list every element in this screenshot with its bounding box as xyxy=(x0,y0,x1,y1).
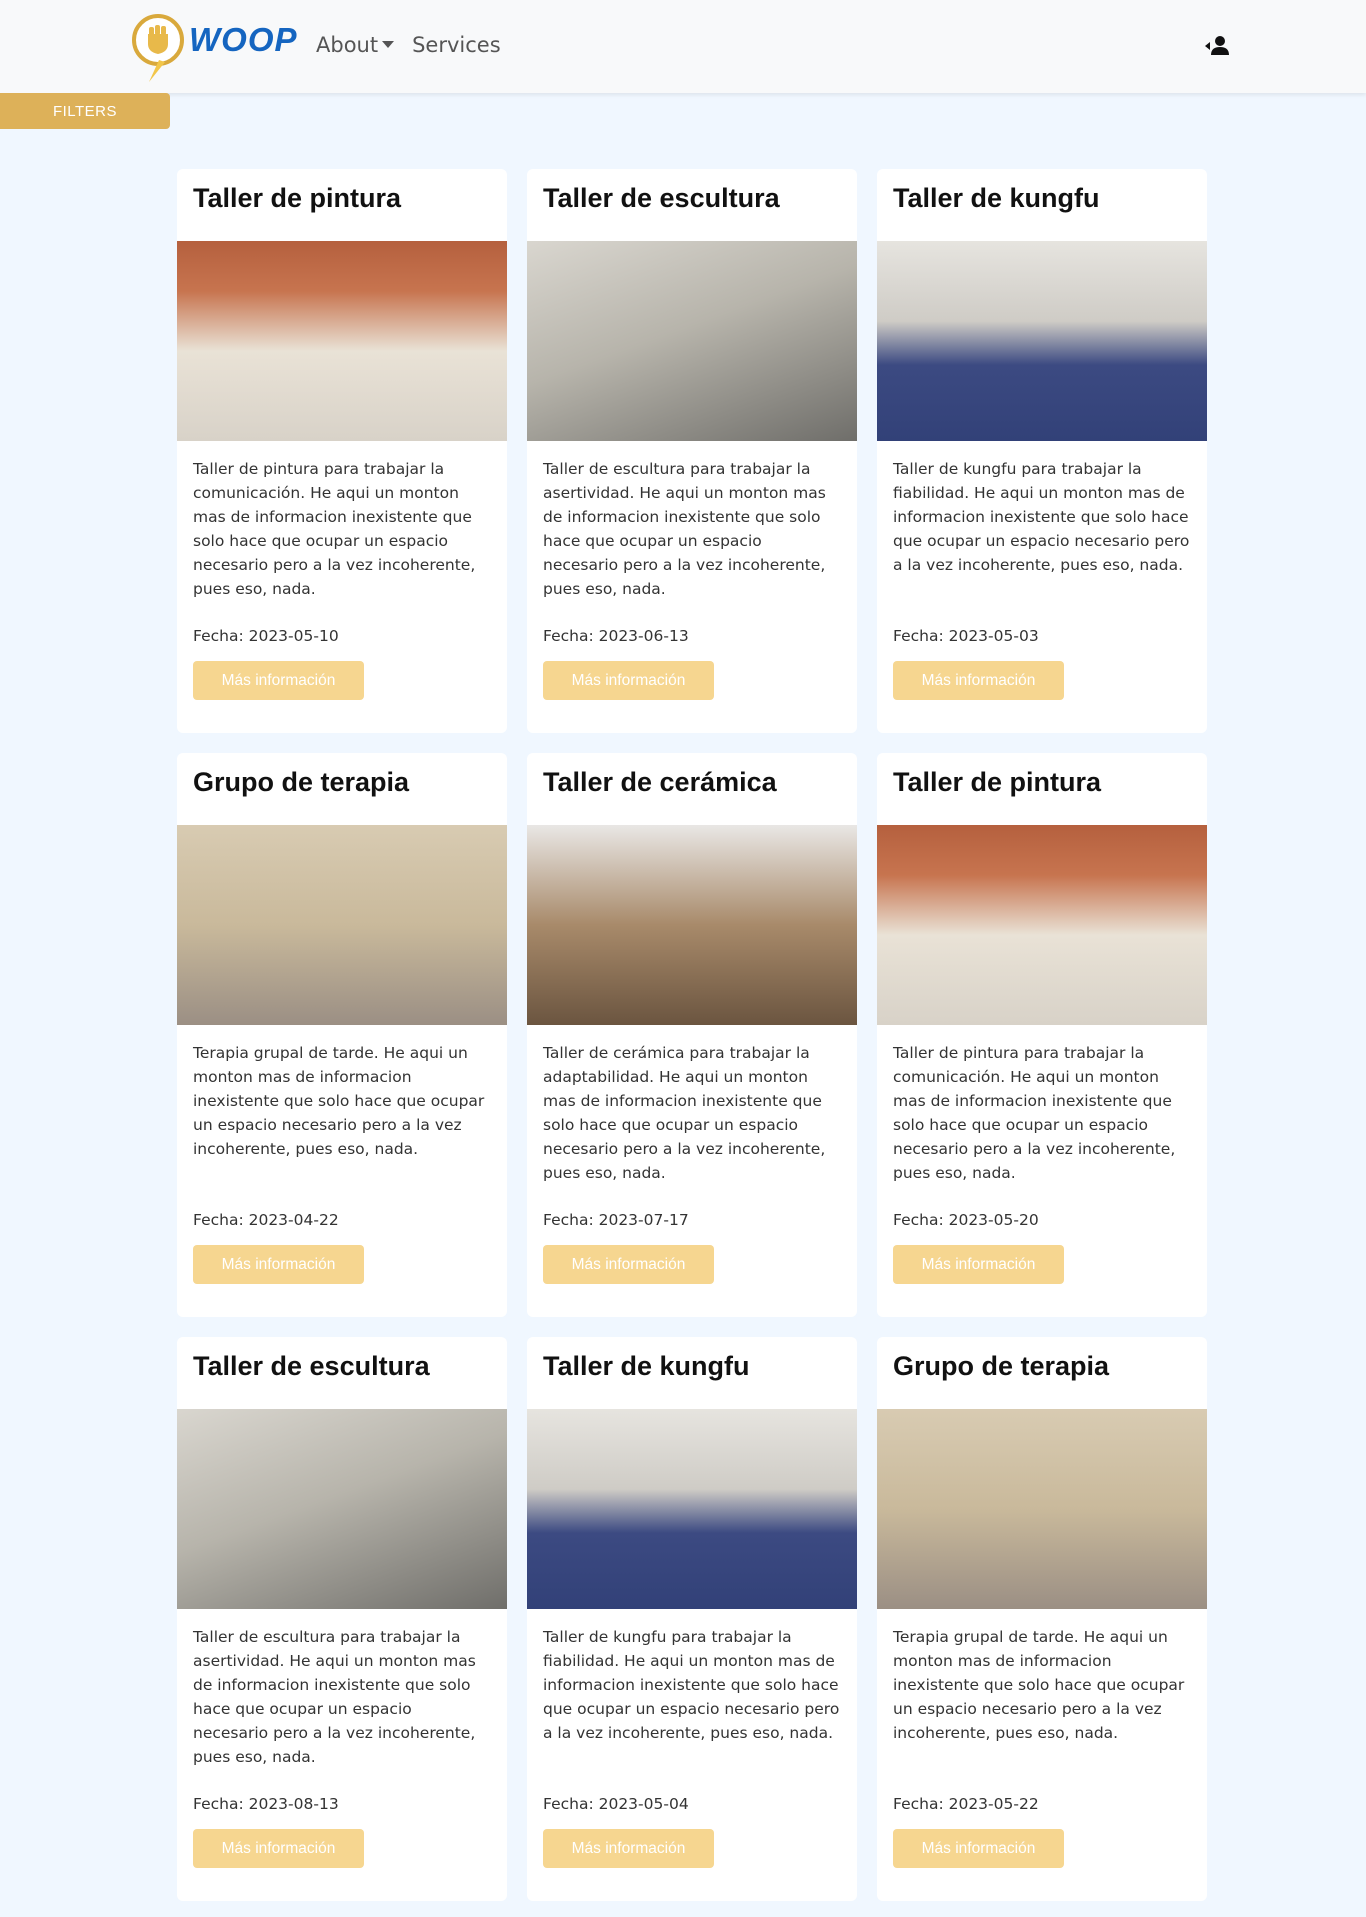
card-title: Taller de kungfu xyxy=(543,1351,750,1381)
card-title: Grupo de terapia xyxy=(893,1351,1110,1381)
workshop-card: Taller de kungfu Taller de kungfu para t… xyxy=(877,169,1207,733)
card-description: Terapia grupal de tarde. He aqui un mont… xyxy=(193,1044,485,1158)
navbar: WOOP About Services xyxy=(0,0,1366,93)
more-info-button[interactable]: Más información xyxy=(893,1245,1064,1284)
workshop-card: Taller de pintura Taller de pintura para… xyxy=(877,753,1207,1317)
therapy-group-photo xyxy=(877,1409,1207,1609)
workshop-card-grid: Taller de pintura Taller de pintura para… xyxy=(177,169,1207,1901)
workshop-card: Taller de kungfu Taller de kungfu para t… xyxy=(527,1337,857,1901)
photo-scene xyxy=(177,1409,507,1609)
card-date: Fecha: 2023-05-20 xyxy=(893,1211,1039,1229)
more-info-button[interactable]: Más información xyxy=(543,661,714,700)
card-description: Terapia grupal de tarde. He aqui un mont… xyxy=(893,1628,1185,1742)
photo-scene xyxy=(527,825,857,1025)
brand[interactable]: WOOP xyxy=(131,10,298,85)
nav-services-label: Services xyxy=(412,33,501,57)
nav-links: About Services xyxy=(316,33,501,57)
nav-services-link[interactable]: Services xyxy=(412,33,501,57)
workshop-card: Taller de escultura Taller de escultura … xyxy=(527,169,857,733)
card-description: Taller de escultura para trabajar la ase… xyxy=(543,460,826,598)
kungfu-class-photo xyxy=(877,241,1207,441)
card-date: Fecha: 2023-08-13 xyxy=(193,1795,339,1813)
more-info-button[interactable]: Más información xyxy=(543,1829,714,1868)
raised-fist-logo-icon xyxy=(131,10,187,85)
more-info-button[interactable]: Más información xyxy=(193,661,364,700)
workshop-card: Grupo de terapia Terapia grupal de tarde… xyxy=(177,753,507,1317)
workshop-card: Taller de pintura Taller de pintura para… xyxy=(177,169,507,733)
card-title: Grupo de terapia xyxy=(193,767,410,797)
more-info-button[interactable]: Más información xyxy=(193,1245,364,1284)
photo-scene xyxy=(177,241,507,441)
card-description: Taller de kungfu para trabajar la fiabil… xyxy=(893,460,1190,574)
workshop-card: Taller de escultura Taller de escultura … xyxy=(177,1337,507,1901)
caret-down-icon xyxy=(382,40,395,48)
workshop-card: Grupo de terapia Terapia grupal de tarde… xyxy=(877,1337,1207,1901)
workshop-card: Taller de cerámica Taller de cerámica pa… xyxy=(527,753,857,1317)
photo-scene xyxy=(527,1409,857,1609)
ceramics-class-photo xyxy=(527,825,857,1025)
more-info-button[interactable]: Más información xyxy=(543,1245,714,1284)
nav-about-label: About xyxy=(316,33,379,57)
card-title: Taller de pintura xyxy=(893,767,1102,797)
card-description: Taller de cerámica para trabajar la adap… xyxy=(543,1044,826,1182)
card-date: Fecha: 2023-07-17 xyxy=(543,1211,689,1229)
painting-class-photo xyxy=(177,241,507,441)
card-date: Fecha: 2023-06-13 xyxy=(543,627,689,645)
card-date: Fecha: 2023-05-04 xyxy=(543,1795,689,1813)
photo-scene xyxy=(877,1409,1207,1609)
more-info-button[interactable]: Más información xyxy=(193,1829,364,1868)
therapy-group-photo xyxy=(177,825,507,1025)
card-description: Taller de kungfu para trabajar la fiabil… xyxy=(543,1628,840,1742)
sculpture-class-photo xyxy=(177,1409,507,1609)
user-login-icon[interactable] xyxy=(1204,34,1230,58)
photo-scene xyxy=(877,825,1207,1025)
card-date: Fecha: 2023-05-22 xyxy=(893,1795,1039,1813)
sculpture-class-photo xyxy=(527,241,857,441)
card-date: Fecha: 2023-04-22 xyxy=(193,1211,339,1229)
card-title: Taller de pintura xyxy=(193,183,402,213)
photo-scene xyxy=(177,825,507,1025)
nav-about-dropdown[interactable]: About xyxy=(316,33,395,57)
card-date: Fecha: 2023-05-10 xyxy=(193,627,339,645)
brand-name: WOOP xyxy=(189,20,298,58)
card-description: Taller de pintura para trabajar la comun… xyxy=(893,1044,1176,1182)
card-title: Taller de escultura xyxy=(543,183,780,213)
card-description: Taller de escultura para trabajar la ase… xyxy=(193,1628,476,1766)
kungfu-class-photo xyxy=(527,1409,857,1609)
card-title: Taller de kungfu xyxy=(893,183,1100,213)
photo-scene xyxy=(877,241,1207,441)
more-info-button[interactable]: Más información xyxy=(893,661,1064,700)
painting-class-photo xyxy=(877,825,1207,1025)
filters-button[interactable]: FILTERS xyxy=(0,93,170,129)
card-description: Taller de pintura para trabajar la comun… xyxy=(193,460,476,598)
card-date: Fecha: 2023-05-03 xyxy=(893,627,1039,645)
card-title: Taller de escultura xyxy=(193,1351,430,1381)
card-title: Taller de cerámica xyxy=(543,767,777,797)
photo-scene xyxy=(527,241,857,441)
more-info-button[interactable]: Más información xyxy=(893,1829,1064,1868)
